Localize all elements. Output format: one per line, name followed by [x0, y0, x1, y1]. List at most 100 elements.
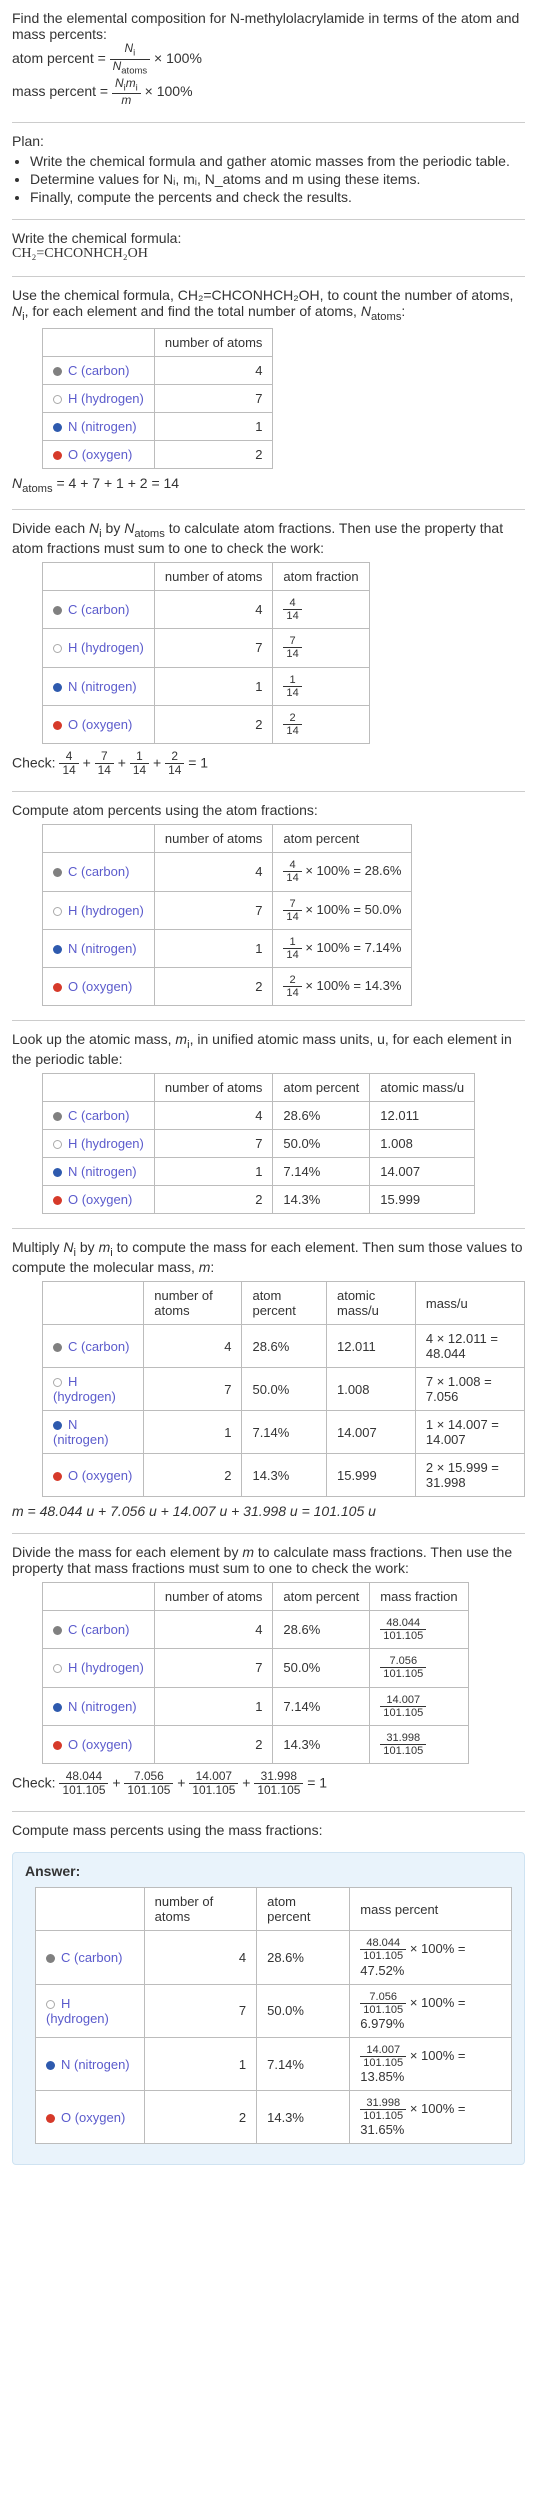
formula-title: Write the chemical formula: — [12, 230, 525, 246]
answer-title: Answer: — [25, 1863, 512, 1879]
element-dot-icon — [53, 683, 62, 692]
plan-section: Plan: Write the chemical formula and gat… — [12, 133, 525, 205]
answer-box: Answer: number of atomsatom percentmass … — [12, 1852, 525, 2165]
element-dot-icon — [53, 1378, 62, 1387]
table-row: C (carbon)4 — [43, 357, 273, 385]
divider — [12, 122, 525, 123]
mass-fraction-section: Divide the mass for each element by m to… — [12, 1544, 525, 1797]
element-dot-icon — [53, 606, 62, 615]
mass-total: m = 48.044 u + 7.056 u + 14.007 u + 31.9… — [12, 1503, 525, 1519]
element-dot-icon — [53, 423, 62, 432]
plan-list: Write the chemical formula and gather at… — [12, 153, 525, 205]
table-row: C (carbon)428.6%48.044101.105 × 100% = 4… — [36, 1931, 512, 1984]
intro-text: Find the elemental composition for N-met… — [12, 10, 525, 42]
atomic-mass-table: number of atomsatom percentatomic mass/u… — [42, 1073, 475, 1214]
chemical-formula: CH₂=CHCONHCH₂OH — [12, 246, 525, 262]
answer-table: number of atomsatom percentmass percent … — [35, 1887, 512, 2144]
divider — [12, 276, 525, 277]
element-dot-icon — [53, 451, 62, 460]
table-row: C (carbon)428.6%12.0114 × 12.011 = 48.04… — [43, 1325, 525, 1368]
table-row: N (nitrogen)17.14%14.007101.105 — [43, 1687, 469, 1725]
table-row: O (oxygen)2214 × 100% = 14.3% — [43, 968, 412, 1006]
divider — [12, 1020, 525, 1021]
element-dot-icon — [53, 1472, 62, 1481]
divider — [12, 791, 525, 792]
element-dot-icon — [46, 1954, 55, 1963]
element-dot-icon — [53, 868, 62, 877]
fraction: Ni Natoms — [110, 42, 150, 77]
table-row: N (nitrogen)1114 — [43, 667, 370, 705]
table-row: O (oxygen)214.3%15.9992 × 15.999 = 31.99… — [43, 1454, 525, 1497]
table-row: O (oxygen)214.3%15.999 — [43, 1186, 475, 1214]
atom-percent-formula: atom percent = Ni Natoms × 100% — [12, 42, 525, 77]
atom-percent-table: number of atomsatom percent C (carbon)44… — [42, 824, 412, 1006]
atom-fraction-intro: Divide each Ni by Natoms to calculate at… — [12, 520, 525, 556]
formula-section: Write the chemical formula: CH₂=CHCONHCH… — [12, 230, 525, 262]
element-dot-icon — [53, 1741, 62, 1750]
atom-fraction-check: Check: 414 + 714 + 114 + 214 = 1 — [12, 750, 525, 777]
col-atoms: number of atoms — [154, 329, 273, 357]
atom-percent-intro: Compute atom percents using the atom fra… — [12, 802, 525, 818]
intro-section: Find the elemental composition for N-met… — [12, 10, 525, 108]
mass-fraction-check: Check: 48.044101.105 + 7.056101.105 + 14… — [12, 1770, 525, 1797]
count-section: Use the chemical formula, CH₂=CHCONHCH₂O… — [12, 287, 525, 496]
divider — [12, 219, 525, 220]
count-table: number of atoms C (carbon)4 H (hydrogen)… — [42, 328, 273, 469]
element-dot-icon — [46, 2000, 55, 2009]
table-row: O (oxygen)214.3%31.998101.105 × 100% = 3… — [36, 2091, 512, 2144]
mass-fraction-table: number of atomsatom percentmass fraction… — [42, 1582, 469, 1764]
table-row: H (hydrogen)7714 — [43, 629, 370, 667]
plan-title: Plan: — [12, 133, 525, 149]
element-dot-icon — [46, 2061, 55, 2070]
fraction: Nimi m — [112, 77, 141, 108]
element-dot-icon — [53, 1421, 62, 1430]
mass-calc-intro: Multiply Ni by mi to compute the mass fo… — [12, 1239, 525, 1275]
table-row: C (carbon)428.6%12.011 — [43, 1102, 475, 1130]
element-dot-icon — [53, 945, 62, 954]
table-row: H (hydrogen)750.0%7.056101.105 — [43, 1649, 469, 1687]
atom-percent-section: Compute atom percents using the atom fra… — [12, 802, 525, 1006]
table-row: N (nitrogen)17.14%14.0071 × 14.007 = 14.… — [43, 1411, 525, 1454]
table-row: H (hydrogen)750.0%7.056101.105 × 100% = … — [36, 1984, 512, 2037]
table-row: C (carbon)4414 — [43, 590, 370, 628]
table-row: C (carbon)428.6%48.044101.105 — [43, 1611, 469, 1649]
plan-item: Determine values for Nᵢ, mᵢ, N_atoms and… — [30, 171, 525, 187]
table-row: O (oxygen)2214 — [43, 705, 370, 743]
element-dot-icon — [53, 1168, 62, 1177]
element-dot-icon — [46, 2114, 55, 2123]
table-row: O (oxygen)214.3%31.998101.105 — [43, 1725, 469, 1763]
mass-fraction-intro: Divide the mass for each element by m to… — [12, 1544, 525, 1576]
element-dot-icon — [53, 395, 62, 404]
divider — [12, 509, 525, 510]
table-row: N (nitrogen)1114 × 100% = 7.14% — [43, 929, 412, 967]
divider — [12, 1533, 525, 1534]
element-dot-icon — [53, 1112, 62, 1121]
element-dot-icon — [53, 644, 62, 653]
element-dot-icon — [53, 721, 62, 730]
table-row: N (nitrogen)1 — [43, 413, 273, 441]
element-dot-icon — [53, 367, 62, 376]
atomic-mass-section: Look up the atomic mass, mi, in unified … — [12, 1031, 525, 1214]
mass-calc-section: Multiply Ni by mi to compute the mass fo… — [12, 1239, 525, 1519]
atom-fraction-section: Divide each Ni by Natoms to calculate at… — [12, 520, 525, 777]
element-dot-icon — [53, 1140, 62, 1149]
element-dot-icon — [53, 1343, 62, 1352]
element-dot-icon — [53, 1196, 62, 1205]
divider — [12, 1228, 525, 1229]
plan-item: Write the chemical formula and gather at… — [30, 153, 525, 169]
table-row: H (hydrogen)750.0%1.0087 × 1.008 = 7.056 — [43, 1368, 525, 1411]
atom-fraction-table: number of atomsatom fraction C (carbon)4… — [42, 562, 370, 744]
mass-percent-intro: Compute mass percents using the mass fra… — [12, 1822, 525, 1838]
atomic-mass-intro: Look up the atomic mass, mi, in unified … — [12, 1031, 525, 1067]
mass-percent-formula: mass percent = Nimi m × 100% — [12, 77, 525, 108]
count-total: Natoms = 4 + 7 + 1 + 2 = 14 — [12, 475, 525, 495]
element-dot-icon — [53, 1703, 62, 1712]
table-row: H (hydrogen)7714 × 100% = 50.0% — [43, 891, 412, 929]
element-dot-icon — [53, 1664, 62, 1673]
element-dot-icon — [53, 983, 62, 992]
table-row: N (nitrogen)17.14%14.007 — [43, 1158, 475, 1186]
table-row: O (oxygen)2 — [43, 441, 273, 469]
table-row: H (hydrogen)7 — [43, 385, 273, 413]
count-intro: Use the chemical formula, CH₂=CHCONHCH₂O… — [12, 287, 525, 323]
element-dot-icon — [53, 907, 62, 916]
